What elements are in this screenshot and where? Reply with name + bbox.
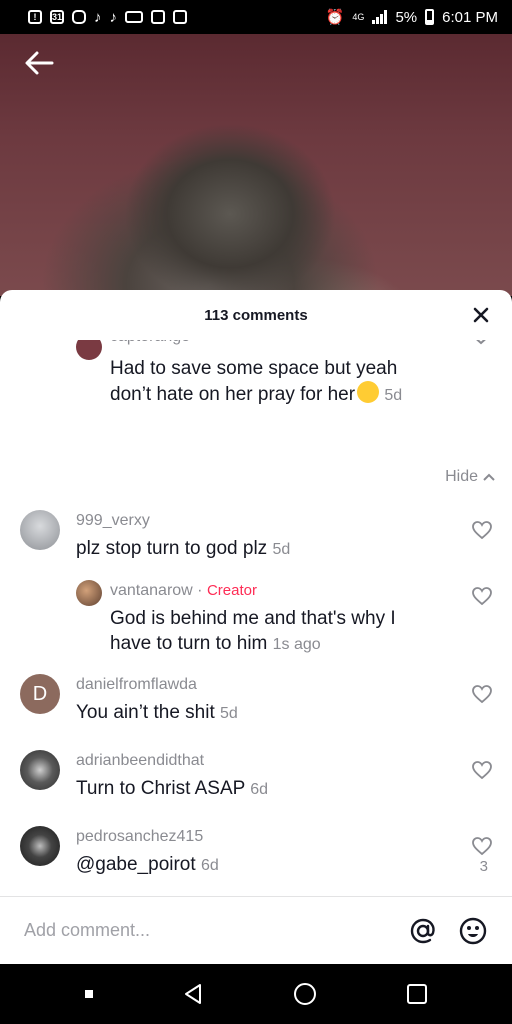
hide-label: Hide	[445, 468, 478, 485]
comment-username[interactable]: vantanarow	[110, 582, 193, 599]
avatar[interactable]	[20, 750, 60, 790]
comment-username[interactable]: 999_verxy	[76, 512, 150, 530]
comment-text-line: don’t hate on her pray for her	[110, 384, 356, 405]
comment-body: You ain’t the shit	[76, 702, 215, 723]
comment-text-line: have to turn to him	[110, 633, 268, 654]
like-count: 3	[479, 858, 488, 875]
alarm-icon: ⏰	[325, 9, 345, 26]
emoji-icon[interactable]	[458, 916, 488, 946]
avatar[interactable]	[76, 580, 102, 606]
comment-time: 5d	[272, 541, 291, 558]
back-arrow-icon[interactable]	[22, 48, 56, 78]
tiktok-icon-2: ♪	[109, 8, 118, 26]
avatar[interactable]: D	[20, 674, 60, 714]
clock: 6:01 PM	[442, 8, 498, 26]
avatar[interactable]	[20, 510, 60, 550]
avatar-letter: D	[32, 682, 48, 705]
comment-item: adrianbeendidthat Turn to Christ ASAP 6d	[0, 750, 512, 820]
video-background[interactable]	[0, 34, 512, 296]
comment-time: 1s ago	[272, 636, 321, 653]
comment-text: Turn to Christ ASAP 6d	[76, 776, 268, 802]
avatar[interactable]	[20, 826, 60, 866]
heart-outline-icon[interactable]	[470, 518, 494, 542]
comment-username[interactable]: adrianbeendidthat	[76, 752, 204, 770]
comment-username[interactable]: danielfromflawda	[76, 676, 197, 694]
heart-outline-icon[interactable]	[470, 682, 494, 706]
hide-replies-button[interactable]: Hide	[445, 468, 496, 486]
chevron-up-icon	[483, 473, 495, 481]
status-bar: ! 31 ♪ ♪ ⏰ 4G 5% 6:01 PM	[0, 0, 512, 34]
status-left-icons: ! 31 ♪ ♪	[28, 9, 187, 26]
recent-dot-icon[interactable]	[84, 990, 93, 998]
battery-percent: 5%	[395, 8, 418, 26]
overview-square-icon[interactable]	[406, 983, 428, 1005]
close-icon[interactable]	[470, 304, 492, 326]
comment-item: captorange Had to save some space but ye…	[0, 340, 512, 428]
notification-alert-icon: !	[28, 10, 42, 24]
creator-badge: Creator	[206, 582, 257, 599]
reply-header: vantanarow · Creator	[110, 582, 257, 600]
comment-body: Turn to Christ ASAP	[76, 778, 245, 799]
comment-mention[interactable]: @gabe_poirot	[76, 854, 196, 875]
signal-icon	[372, 10, 388, 24]
comment-item: pedrosanchez415 @gabe_poirot 6d 3	[0, 826, 512, 896]
comment-text: You ain’t the shit 5d	[76, 700, 238, 726]
gallery-icon	[151, 10, 165, 24]
system-nav-bar	[0, 964, 512, 1024]
comment-item: D danielfromflawda You ain’t the shit 5d	[0, 674, 512, 744]
battery-icon	[425, 9, 435, 25]
chevron-down-icon[interactable]	[470, 340, 492, 346]
calendar-icon: 31	[50, 10, 64, 24]
tiktok-icon: ♪	[94, 8, 102, 26]
comment-text: God is behind me and that's why I have t…	[110, 606, 450, 657]
comment-input[interactable]	[24, 920, 388, 941]
comment-time: 6d	[200, 857, 219, 874]
comment-time: 5d	[220, 705, 238, 722]
heart-outline-icon[interactable]	[470, 584, 494, 608]
back-triangle-icon[interactable]	[182, 982, 204, 1006]
sheet-header: 113 comments	[0, 290, 512, 340]
comment-username[interactable]: pedrosanchez415	[76, 828, 203, 846]
comment-time: 5d	[384, 387, 403, 404]
voicemail-icon	[125, 11, 143, 23]
comment-text: Had to save some space but yeah don’t ha…	[110, 356, 470, 408]
status-right-icons: ⏰ 4G 5% 6:01 PM	[325, 8, 498, 27]
comment-input-bar	[0, 896, 512, 964]
app-icon	[173, 10, 187, 24]
comment-text: plz stop turn to god plz 5d	[76, 536, 290, 562]
network-type-label: 4G	[352, 12, 365, 22]
home-circle-icon[interactable]	[293, 982, 317, 1006]
comment-text-line: God is behind me and that's why I	[110, 608, 396, 629]
heart-outline-icon[interactable]	[470, 834, 494, 858]
comment-body: plz stop turn to god plz	[76, 538, 268, 559]
pensive-face-emoji-icon	[357, 381, 380, 403]
heart-outline-icon[interactable]	[470, 758, 494, 782]
comment-time: 6d	[250, 781, 269, 798]
comment-list[interactable]: captorange Had to save some space but ye…	[0, 340, 512, 896]
comment-username[interactable]: captorange	[110, 340, 190, 346]
badge-separator: ·	[197, 582, 203, 599]
reply-item: vantanarow · Creator God is behind me an…	[0, 576, 512, 666]
comment-text-line: Had to save some space but yeah	[110, 358, 398, 379]
comments-sheet: 113 comments captorange Had to save some…	[0, 290, 512, 964]
avatar[interactable]	[76, 340, 102, 360]
comment-text: @gabe_poirot 6d	[76, 852, 219, 878]
at-sign-icon[interactable]	[408, 916, 438, 946]
comment-item: 999_verxy plz stop turn to god plz 5d	[0, 508, 512, 578]
comment-count-title: 113 comments	[204, 306, 308, 324]
instagram-icon	[72, 10, 86, 24]
